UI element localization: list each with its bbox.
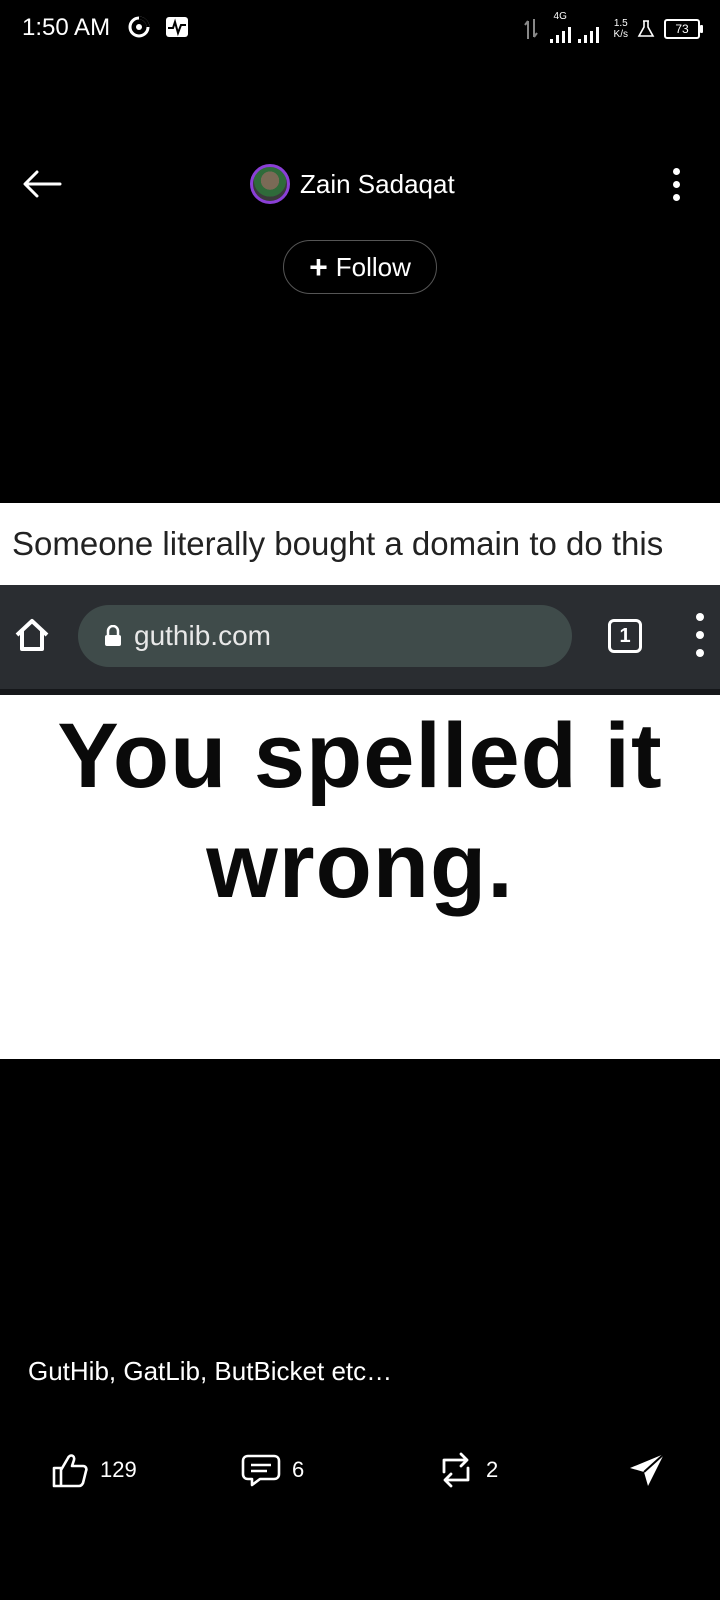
arrow-left-icon (23, 170, 62, 198)
repost-icon (442, 1452, 470, 1488)
comment-count: 6 (292, 1457, 305, 1482)
browser-menu-icon (692, 613, 708, 657)
like-button[interactable]: 129 (50, 1440, 137, 1500)
repost-button[interactable]: 2 (436, 1440, 498, 1500)
back-button[interactable] (18, 160, 66, 208)
action-bar: 129 6 2 (0, 1440, 720, 1500)
browser-address-bar: guthib.com 1 (0, 585, 720, 695)
author-name[interactable]: Zain Sadaqat (300, 169, 455, 200)
follow-button[interactable]: + Follow (283, 240, 437, 294)
more-dot-icon (672, 167, 680, 175)
more-dot-icon (672, 193, 680, 201)
data-transfer-icon (523, 19, 538, 39)
more-dot-icon (672, 180, 680, 188)
url-box: guthib.com (78, 605, 572, 667)
avatar[interactable] (250, 164, 290, 204)
post-image[interactable]: Someone literally bought a domain to do … (0, 503, 720, 1059)
home-icon (12, 615, 52, 655)
image-caption: Someone literally bought a domain to do … (12, 525, 664, 562)
signal-strength-icon: 4G (546, 11, 606, 43)
author-profile[interactable]: Zain Sadaqat (250, 162, 455, 206)
network-speed: 1.5 K/s (613, 18, 628, 40)
follow-label: Follow (335, 251, 411, 282)
url-text: guthib.com (134, 620, 271, 651)
activity-icon (164, 14, 190, 40)
sync-icon (126, 14, 152, 40)
comment-icon (241, 1454, 281, 1487)
plus-icon: + (309, 249, 328, 285)
thumbs-up-icon (52, 1454, 88, 1488)
status-bar: 1:50 AM 4G 1.5 K/s 73 (0, 0, 720, 58)
flask-icon (637, 20, 655, 37)
repost-count: 2 (486, 1457, 499, 1482)
more-options-button[interactable] (652, 160, 700, 208)
network-type: 4G (553, 11, 567, 22)
image-headline: You spelled it wrong. (57, 705, 663, 917)
post-text[interactable]: GutHib, GatLib, ButBicket etc… (28, 1356, 392, 1387)
comment-button[interactable]: 6 (240, 1440, 304, 1500)
send-button[interactable] (626, 1440, 668, 1500)
lock-icon (104, 624, 122, 647)
status-time: 1:50 AM (22, 14, 111, 41)
status-right-group: 4G 1.5 K/s 73 (523, 11, 703, 44)
like-count: 129 (100, 1457, 137, 1482)
battery-indicator: 73 (664, 19, 703, 39)
send-icon (630, 1453, 665, 1486)
tab-count: 1 (608, 619, 642, 653)
